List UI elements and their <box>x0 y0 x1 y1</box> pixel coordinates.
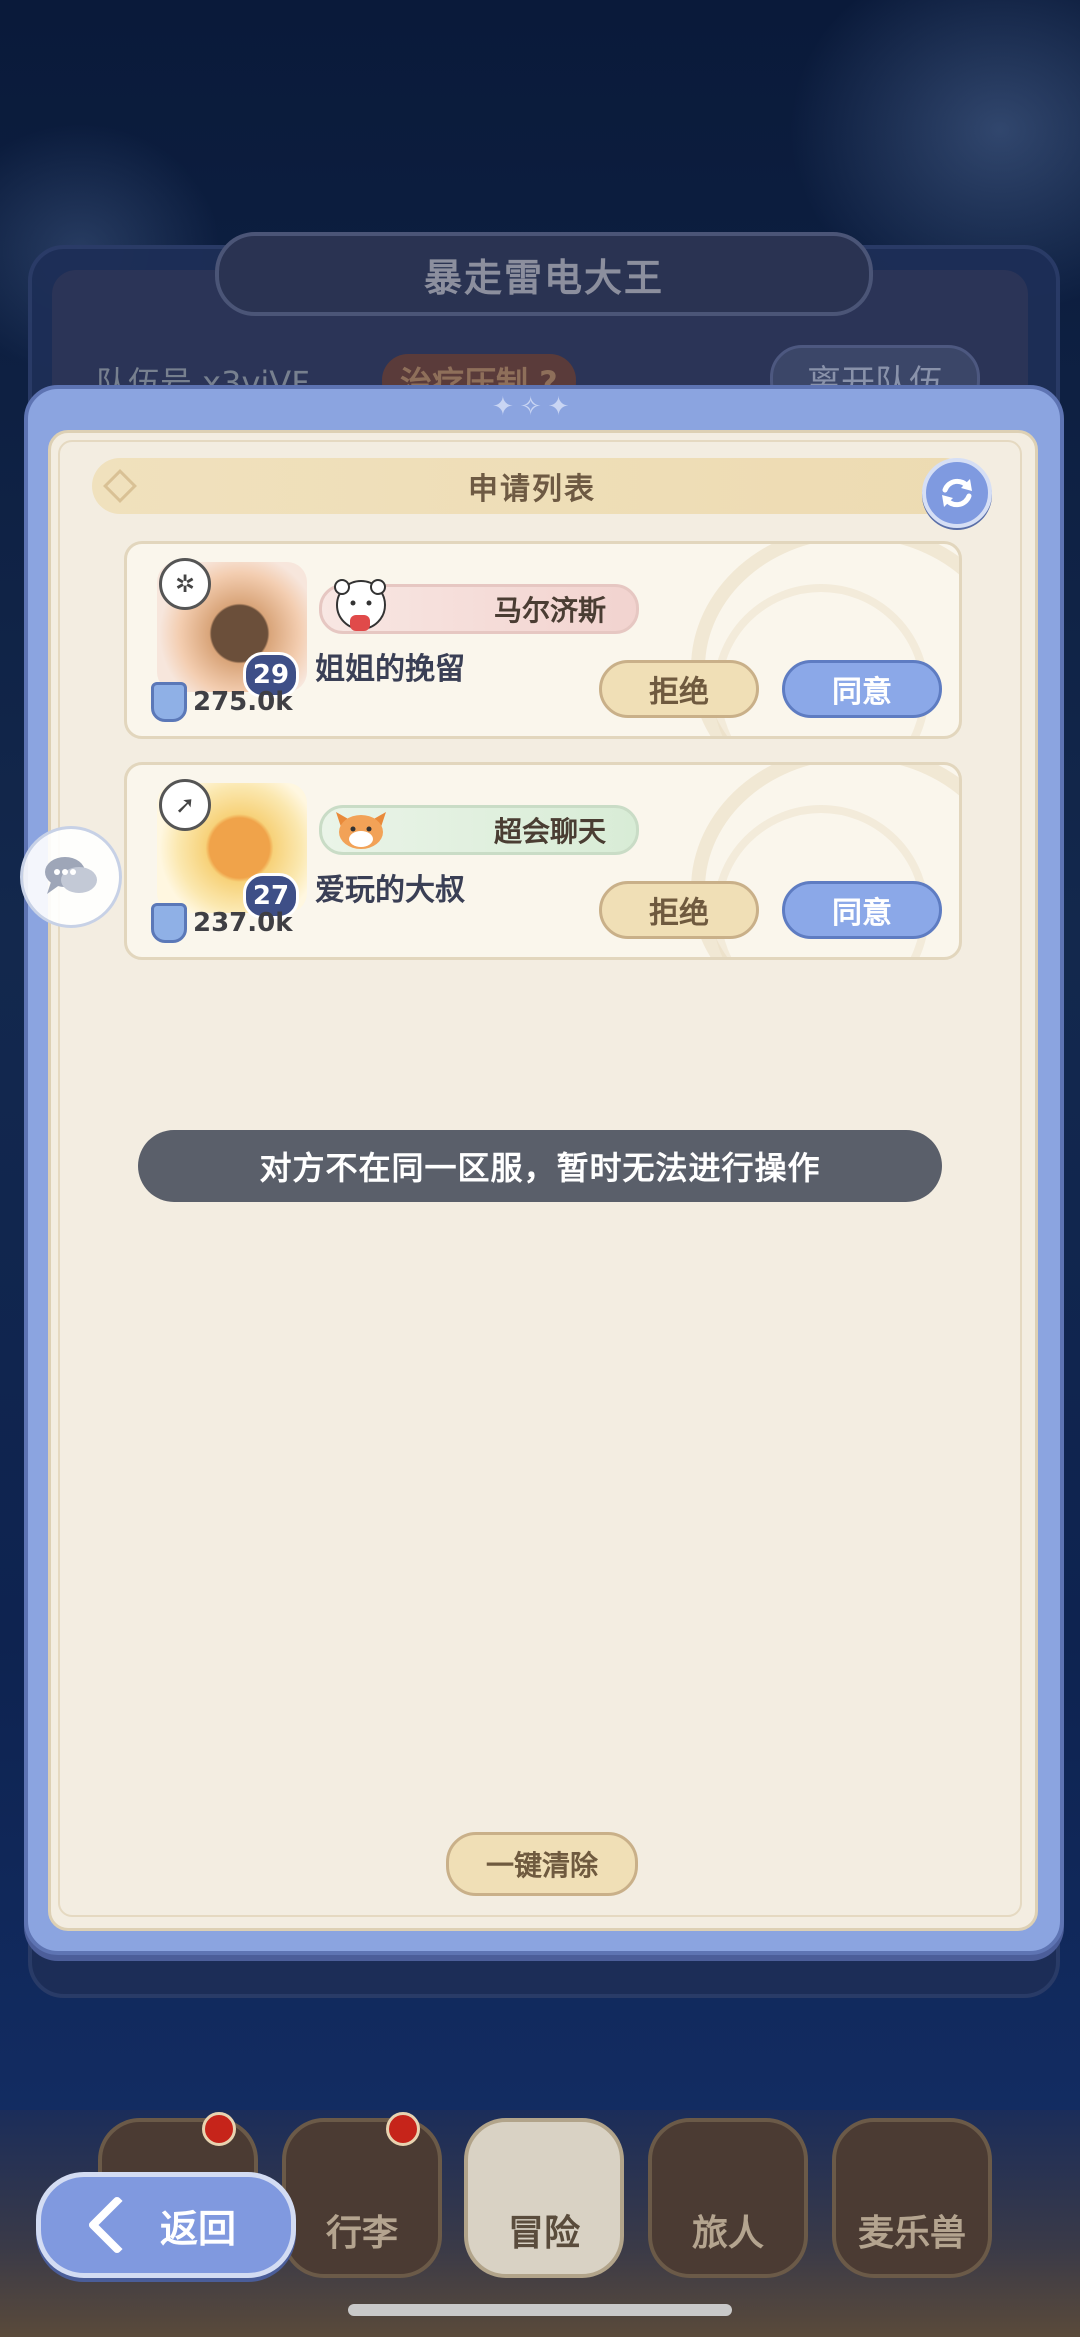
avatar[interactable]: ➚ 27 <box>147 775 317 919</box>
back-button-label: 返回 <box>159 2206 236 2251</box>
shield-icon <box>151 682 187 722</box>
nav-item-label: 冒险 <box>507 2213 580 2254</box>
title-tag-label: 超会聊天 <box>493 815 606 848</box>
home-indicator[interactable] <box>348 2304 732 2316</box>
back-button[interactable]: 返回 <box>36 2172 296 2278</box>
title-tag: 超会聊天 <box>319 805 639 855</box>
nav-item-traveler[interactable]: 旅人 <box>648 2118 808 2278</box>
team-title: 暴走雷电大王 <box>423 255 664 300</box>
nav-item-label: 旅人 <box>691 2213 764 2254</box>
player-name: 姐姐的挽留 <box>315 652 465 687</box>
avatar[interactable]: ✲ 29 <box>147 554 317 698</box>
modal-title: 申请列表 <box>468 472 596 507</box>
nav-item-label: 行李 <box>325 2213 398 2254</box>
accept-button[interactable]: 同意 <box>782 881 942 939</box>
nav-item-luggage[interactable]: 行李 <box>282 2118 442 2278</box>
applicant-card: ✲ 29 275.0k 马尔济斯 姐姐的挽留 拒绝 同意 <box>124 541 962 739</box>
refresh-button[interactable] <box>922 458 992 528</box>
power-display: 237.0k <box>151 903 293 943</box>
notification-dot <box>202 2112 236 2146</box>
chat-bubbles-icon <box>45 857 97 894</box>
power-value: 237.0k <box>193 908 293 938</box>
team-title-bar: 暴走雷电大王 <box>215 232 873 316</box>
applicant-card: ➚ 27 237.0k 超会聊天 爱玩的大叔 拒绝 同意 <box>124 762 962 960</box>
title-tag-label: 马尔济斯 <box>493 594 606 627</box>
list-header: 申请列表 <box>92 458 972 514</box>
frame-ornament: ✦✧✦ <box>492 392 576 422</box>
rank-emblem-icon: ➚ <box>159 779 211 831</box>
nav-item-adventure[interactable]: 冒险 <box>464 2118 624 2278</box>
bear-mascot-icon <box>334 579 386 631</box>
diamond-ornament-icon <box>103 469 137 503</box>
rank-emblem-icon: ✲ <box>159 558 211 610</box>
title-tag: 马尔济斯 <box>319 579 639 634</box>
shield-icon <box>151 903 187 943</box>
reject-button[interactable]: 拒绝 <box>599 660 759 718</box>
refresh-icon <box>942 478 972 508</box>
nav-item-label: 麦乐兽 <box>857 2213 966 2254</box>
notification-dot <box>386 2112 420 2146</box>
accept-button[interactable]: 同意 <box>782 660 942 718</box>
nav-item-pets[interactable]: 麦乐兽 <box>832 2118 992 2278</box>
back-arrow-icon <box>87 2195 147 2255</box>
reject-button[interactable]: 拒绝 <box>599 881 759 939</box>
power-display: 275.0k <box>151 682 293 722</box>
fox-mascot-icon <box>336 812 386 849</box>
power-value: 275.0k <box>193 687 293 717</box>
toast-text: 对方不在同一区服，暂时无法进行操作 <box>259 1149 821 1187</box>
chat-float-button[interactable] <box>20 826 122 928</box>
player-name: 爱玩的大叔 <box>315 873 465 908</box>
toast-message: 对方不在同一区服，暂时无法进行操作 <box>138 1130 942 1202</box>
clear-all-button[interactable]: 一键清除 <box>446 1832 638 1896</box>
